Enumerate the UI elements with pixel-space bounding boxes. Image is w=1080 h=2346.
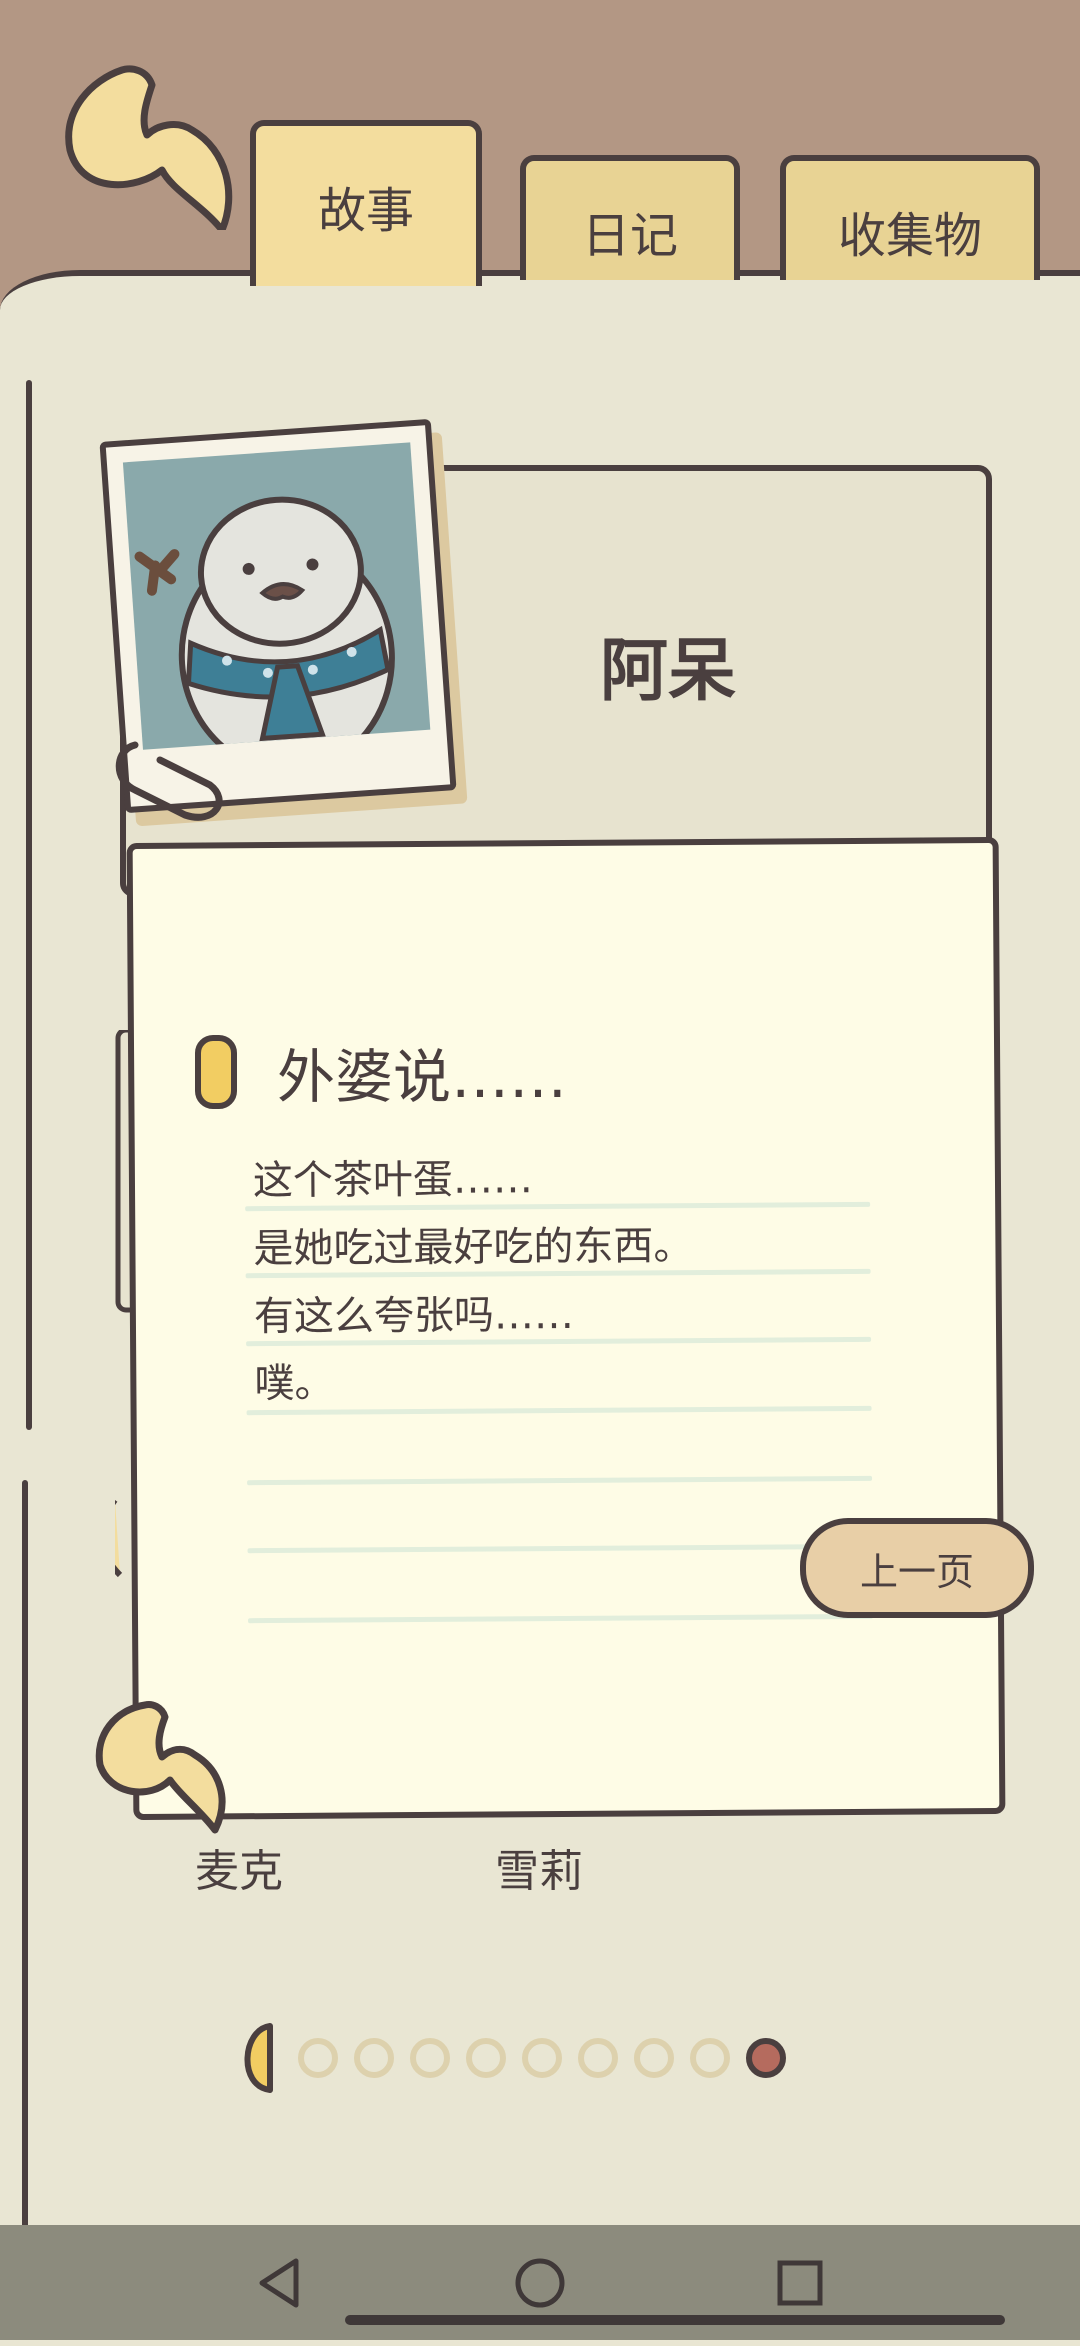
curled-arrow-icon [95, 1701, 226, 1834]
binder-line [26, 380, 32, 1430]
tab-story[interactable]: 故事 [250, 120, 482, 286]
note-text-line: 这个茶叶蛋…… [252, 1156, 534, 1205]
tab-diary[interactable]: 日记 [520, 155, 740, 280]
tab-label: 故事 [317, 183, 414, 239]
paperclip-icon [115, 741, 223, 821]
note-text-line: 有这么夸张吗…… [253, 1291, 575, 1341]
coin-half-icon [244, 2023, 273, 2093]
story-note: 这个茶叶蛋…… 是她吃过最好吃的东西。 有这么夸张吗…… 噗。 [126, 836, 1006, 1821]
bottom-ledge [345, 2315, 1005, 2325]
character-name: 阿呆 [600, 632, 737, 711]
note-line [247, 1475, 873, 1486]
page-dot[interactable] [634, 2038, 674, 2078]
friend-name[interactable]: 麦克 [195, 1835, 283, 1899]
tab-label: 收集物 [837, 207, 982, 264]
page-dot[interactable] [522, 2038, 562, 2078]
note-text-line: 噗。 [254, 1360, 335, 1408]
note-text-line: 是她吃过最好吃的东西。 [253, 1223, 694, 1273]
tab-label: 日记 [581, 207, 678, 264]
note-title-text: 外婆说…… [277, 1043, 568, 1111]
back-arrow-icon[interactable] [52, 55, 242, 230]
page-dot[interactable] [410, 2038, 450, 2078]
page-dot[interactable] [690, 2038, 730, 2078]
nav-home-icon[interactable] [514, 2257, 566, 2309]
previous-page-label: 上一页 [859, 1549, 974, 1594]
seal-illustration [134, 496, 395, 750]
nav-recents-icon[interactable] [776, 2259, 824, 2307]
note-line [246, 1405, 872, 1416]
tab-collectibles[interactable]: 收集物 [780, 155, 1040, 280]
note-line [247, 1543, 873, 1554]
nav-back-icon[interactable] [256, 2257, 304, 2309]
page-dot-current[interactable] [746, 2038, 786, 2078]
friend-name[interactable]: 雪莉 [495, 1835, 583, 1899]
note-line [248, 1613, 874, 1624]
page-dot[interactable] [354, 2038, 394, 2078]
page-dot[interactable] [298, 2038, 338, 2078]
seal-portrait [122, 442, 431, 750]
previous-page-button[interactable]: 上一页 [800, 1518, 1034, 1618]
page-dot[interactable] [466, 2038, 506, 2078]
coin-icon [195, 1035, 237, 1109]
binder-line [22, 1480, 28, 2260]
note-title: 外婆说…… [195, 1030, 567, 1114]
page-dot[interactable] [578, 2038, 618, 2078]
page-indicator [232, 2022, 802, 2094]
